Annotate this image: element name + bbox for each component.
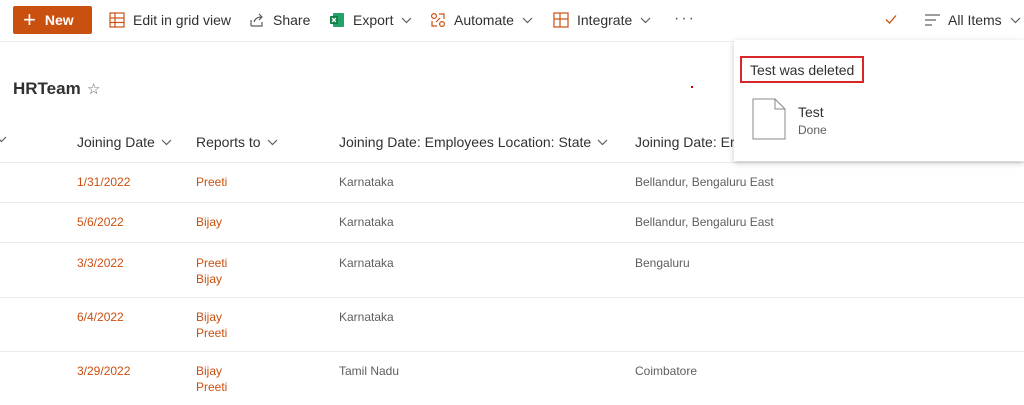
cell-location: Bellandur, Bengaluru East: [635, 175, 774, 189]
cell-state: Karnataka: [339, 175, 394, 189]
cell-state: Karnataka: [339, 310, 394, 324]
chevron-down-icon[interactable]: [0, 136, 7, 143]
person-link[interactable]: Bijay: [196, 363, 227, 379]
cell-joining-date[interactable]: 6/4/2022: [77, 309, 124, 325]
share-button[interactable]: Share: [249, 0, 310, 40]
integrate-button[interactable]: Integrate: [553, 0, 659, 40]
column-header-location-state[interactable]: Joining Date: Employees Location: State: [339, 122, 608, 162]
cell-state: Tamil Nadu: [339, 364, 400, 378]
view-label: All Items: [948, 12, 1002, 28]
person-link[interactable]: Bijay: [196, 214, 222, 230]
cell-joining-date[interactable]: 3/29/2022: [77, 363, 130, 379]
more-icon[interactable]: ···: [674, 10, 696, 28]
chevron-down-icon: [640, 17, 651, 23]
cell-state: Karnataka: [339, 215, 394, 229]
row-divider: [0, 202, 1024, 203]
column-header-location[interactable]: Joining Date: Em: [635, 122, 742, 162]
view-selector[interactable]: All Items: [925, 0, 1021, 40]
new-button-label: New: [44, 12, 74, 28]
person-link[interactable]: Bijay: [196, 309, 227, 325]
grid-icon: [109, 12, 125, 28]
notification-panel: Test was deleted Test Done: [734, 40, 1024, 161]
chevron-down-icon: [161, 139, 172, 145]
edit-grid-view-button[interactable]: Edit in grid view: [109, 0, 231, 40]
view-lines-icon: [925, 14, 940, 26]
cell-location: Bellandur, Bengaluru East: [635, 215, 774, 229]
column-header-label: Reports to: [196, 134, 261, 150]
chevron-down-icon: [597, 139, 608, 145]
cell-location: Coimbatore: [635, 364, 698, 378]
row-divider: [0, 242, 1024, 243]
automate-button[interactable]: Automate: [430, 0, 541, 40]
integrate-label: Integrate: [577, 12, 633, 28]
cell-joining-date[interactable]: 5/6/2022: [77, 214, 124, 230]
cell-reports-to[interactable]: Bijay Preeti: [196, 309, 227, 341]
integrate-icon: [553, 12, 569, 28]
person-link[interactable]: Preeti: [196, 325, 227, 341]
star-icon[interactable]: ☆: [87, 80, 100, 98]
person-link[interactable]: Preeti: [196, 255, 227, 271]
new-button[interactable]: + New: [13, 6, 92, 34]
column-header-label: Joining Date: Employees Location: State: [339, 134, 592, 150]
excel-icon: [330, 13, 344, 27]
chevron-down-icon: [402, 17, 412, 23]
cell-reports-to[interactable]: Bijay: [196, 214, 222, 230]
row-divider: [0, 351, 1024, 352]
deleted-notice: Test was deleted: [740, 56, 865, 83]
chevron-down-icon: [1010, 17, 1021, 23]
row-divider: [0, 162, 1024, 163]
person-link[interactable]: Preeti: [196, 379, 227, 395]
chevron-down-icon: [522, 17, 533, 23]
command-bar: + New Edit in grid view Share Export Aut…: [0, 0, 1024, 40]
cell-state: Karnataka: [339, 256, 394, 270]
plus-icon: +: [23, 7, 36, 32]
cell-joining-date[interactable]: 3/3/2022: [77, 255, 124, 271]
edit-grid-view-label: Edit in grid view: [133, 12, 232, 28]
page-title: HRTeam: [13, 79, 81, 98]
share-label: Share: [273, 12, 311, 28]
share-icon: [250, 13, 263, 27]
cell-reports-to[interactable]: Preeti Bijay: [196, 255, 227, 287]
cell-reports-to[interactable]: Preeti: [196, 174, 227, 190]
automate-icon: [430, 12, 446, 28]
person-link[interactable]: Bijay: [196, 271, 227, 287]
column-header-joining-date[interactable]: Joining Date: [77, 122, 172, 162]
chevron-down-icon: [267, 139, 278, 145]
red-dot-marker: [691, 86, 693, 88]
cell-joining-date[interactable]: 1/31/2022: [77, 174, 130, 190]
cell-location: Bengaluru: [635, 256, 690, 270]
file-status: Done: [798, 123, 827, 137]
export-button[interactable]: Export: [329, 0, 420, 40]
cell-reports-to[interactable]: Bijay Preeti: [196, 363, 227, 395]
check-icon[interactable]: [884, 12, 898, 26]
file-name[interactable]: Test: [798, 104, 824, 120]
export-label: Export: [353, 12, 394, 28]
column-header-label: Joining Date: Em: [635, 134, 742, 150]
file-icon: [752, 98, 786, 140]
row-divider: [0, 297, 1024, 298]
automate-label: Automate: [454, 12, 514, 28]
column-header-label: Joining Date: [77, 134, 155, 150]
person-link[interactable]: Preeti: [196, 174, 227, 190]
column-header-reports-to[interactable]: Reports to: [196, 122, 278, 162]
